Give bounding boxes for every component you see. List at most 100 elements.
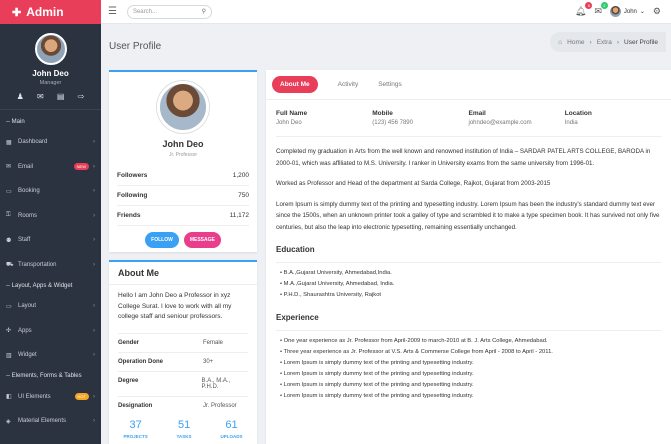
breadcrumb-current: User Profile xyxy=(624,38,658,46)
bell-icon[interactable]: 🔔︎ 6 xyxy=(575,2,593,17)
stat-following: Following 750 xyxy=(117,186,249,206)
key-icon: ⚿ xyxy=(6,212,11,219)
sidebar-item-dashboard[interactable]: ▦ Dashboard › xyxy=(0,130,101,155)
count-tasks: 51 TASKS xyxy=(177,419,192,439)
list-item: Lorem Ipsum is simply dummy text of the … xyxy=(280,369,661,380)
brand[interactable]: ✚ Admin xyxy=(0,0,101,24)
sidebar-item-label: Dashboard xyxy=(18,139,48,146)
sidebar-user-name: John Deo xyxy=(32,69,69,78)
profile-buttons: FOLLOW MESSAGE xyxy=(109,232,257,248)
monitor-icon: ▭ xyxy=(6,303,12,310)
detail-label: Gender xyxy=(118,339,140,346)
about-card: About Me Hello I am John Deo a Professor… xyxy=(109,260,257,444)
logo-icon: ✚ xyxy=(12,6,22,19)
info-value: India xyxy=(564,120,578,126)
chevron-down-icon: ⌄ xyxy=(639,9,645,15)
education-title: Education xyxy=(276,245,315,254)
sidebar-item-label: Widget xyxy=(18,352,37,359)
sidebar-item-widget[interactable]: ▥ Widget › xyxy=(0,343,101,368)
chevron-right-icon: › xyxy=(93,327,95,334)
sidebar-item-booking[interactable]: ▭ Booking › xyxy=(0,179,101,204)
follow-button[interactable]: FOLLOW xyxy=(145,232,179,248)
detail-label: Operation Done xyxy=(118,358,164,365)
topbar: ☰ Search... ⚲ 🔔︎ 6 ✉ 2 John ⌄ ⚙ xyxy=(101,0,671,24)
info-label: Full Name xyxy=(276,110,308,117)
detail-value: 30+ xyxy=(203,358,214,365)
menu-section-main: -- Main xyxy=(0,109,101,130)
message-button[interactable]: MESSAGE xyxy=(183,232,221,248)
bus-icon: ⛟ xyxy=(6,261,14,268)
sidebar-item-label: Apps xyxy=(18,327,32,334)
chat-icon[interactable]: ▤ xyxy=(57,92,65,101)
breadcrumb-extra[interactable]: Extra xyxy=(597,39,612,46)
detail-row: Designation Jr. Professor xyxy=(118,395,248,415)
search-icon[interactable]: ⚲ xyxy=(202,8,206,15)
chevron-right-icon: › xyxy=(93,237,95,244)
apps-icon: ✣ xyxy=(6,328,12,335)
profile-avatar xyxy=(157,81,209,133)
mail-icon[interactable]: ✉ xyxy=(37,92,44,101)
divider xyxy=(276,136,661,137)
info-email: Email johndeo@example.com xyxy=(469,110,565,126)
tab-settings[interactable]: Settings xyxy=(378,81,402,88)
sidebar-item-label: Email xyxy=(18,163,34,170)
menu-section-elements: -- Elements, Forms & Tables xyxy=(6,373,82,379)
bio-paragraph: Completed my graduation in Arts from the… xyxy=(276,148,651,167)
user-icon[interactable]: ♟ xyxy=(17,92,24,101)
sidebar-item-label: Staff xyxy=(18,237,31,244)
logout-icon[interactable]: ⇨ xyxy=(78,92,85,101)
topbar-actions: 🔔︎ 6 ✉ 2 John ⌄ ⚙ xyxy=(575,2,671,17)
info-location: Location India xyxy=(565,110,661,126)
sidebar-item-email[interactable]: ✉ Email NEW › xyxy=(0,155,101,180)
list-item: Three year experience as Jr. Professor a… xyxy=(280,347,661,358)
ui-icon: ◧ xyxy=(6,394,12,401)
bio-paragraph: Lorem Ipsum is simply dummy text of the … xyxy=(276,200,660,231)
detail-value: Female xyxy=(203,339,224,346)
avatar[interactable] xyxy=(34,33,67,65)
sidebar-profile: John Deo Manager ♟ ✉ ▤ ⇨ xyxy=(0,24,101,101)
breadcrumb-separator: › xyxy=(589,38,592,46)
experience-title: Experience xyxy=(276,313,319,322)
search-placeholder: Search... xyxy=(132,8,157,15)
detail-row: Gender Female xyxy=(118,332,248,352)
email-icon: ✉ xyxy=(6,164,12,171)
breadcrumb-home[interactable]: Home xyxy=(567,39,584,46)
sidebar-item-apps[interactable]: ✣ Apps › xyxy=(0,319,101,344)
about-text: Hello I am John Deo a Professor in xyz C… xyxy=(118,292,232,320)
info-mobile: Mobile (123) 456 7890 xyxy=(372,110,468,126)
gear-icon[interactable]: ⚙ xyxy=(653,6,661,17)
detail-label: Degree xyxy=(118,377,139,384)
tab-about-me[interactable]: About Me xyxy=(272,76,318,93)
sidebar-item-transportation[interactable]: ⛟ Transportation › xyxy=(0,253,101,278)
profile-actions: ♟ ✉ ▤ ⇨ xyxy=(0,86,101,101)
brand-name: Admin xyxy=(26,5,64,19)
count-value: 51 xyxy=(177,418,191,431)
list-item: Lorem Ipsum is simply dummy text of the … xyxy=(280,358,661,369)
sidebar-item-layout[interactable]: ▭ Layout › xyxy=(0,294,101,319)
count-projects: 37 PROJECTS xyxy=(123,419,147,439)
stat-label: Friends xyxy=(117,212,141,219)
chevron-right-icon: › xyxy=(93,352,95,359)
sidebar-item-ui-elements[interactable]: ◧ UI Elements HOT › xyxy=(0,385,101,410)
sidebar-item-rooms[interactable]: ⚿ Rooms › xyxy=(0,204,101,229)
detail-value: B.A., M.A., P.H.D. xyxy=(201,377,231,390)
mail-icon[interactable]: ✉ 2 xyxy=(594,2,608,17)
stat-label: Followers xyxy=(117,172,148,179)
chevron-right-icon: › xyxy=(93,261,95,268)
search-input[interactable]: Search... ⚲ xyxy=(126,4,212,19)
sidebar-item-material-elements[interactable]: ◈ Material Elements › xyxy=(0,409,101,434)
list-item: M.A.,Gujarat University, Ahmedabad, Indi… xyxy=(280,279,661,290)
user-menu[interactable]: John ⌄ xyxy=(609,6,645,17)
tab-activity[interactable]: Activity xyxy=(338,81,359,88)
sidebar-item-label: Booking xyxy=(18,188,40,195)
home-icon: ⌂ xyxy=(558,38,563,46)
booking-icon: ▭ xyxy=(6,188,12,195)
sidebar-item-label: UI Elements xyxy=(18,393,51,400)
stat-value: 1,200 xyxy=(232,172,249,179)
sidebar-item-staff[interactable]: ⚉ Staff › xyxy=(0,228,101,253)
detail-label: Designation xyxy=(118,402,153,409)
menu-toggle-icon[interactable]: ☰ xyxy=(108,6,117,17)
notification-count: 6 xyxy=(585,2,593,9)
list-item: One year experience as Jr. Professor fro… xyxy=(280,336,661,347)
chevron-right-icon: › xyxy=(93,418,95,425)
